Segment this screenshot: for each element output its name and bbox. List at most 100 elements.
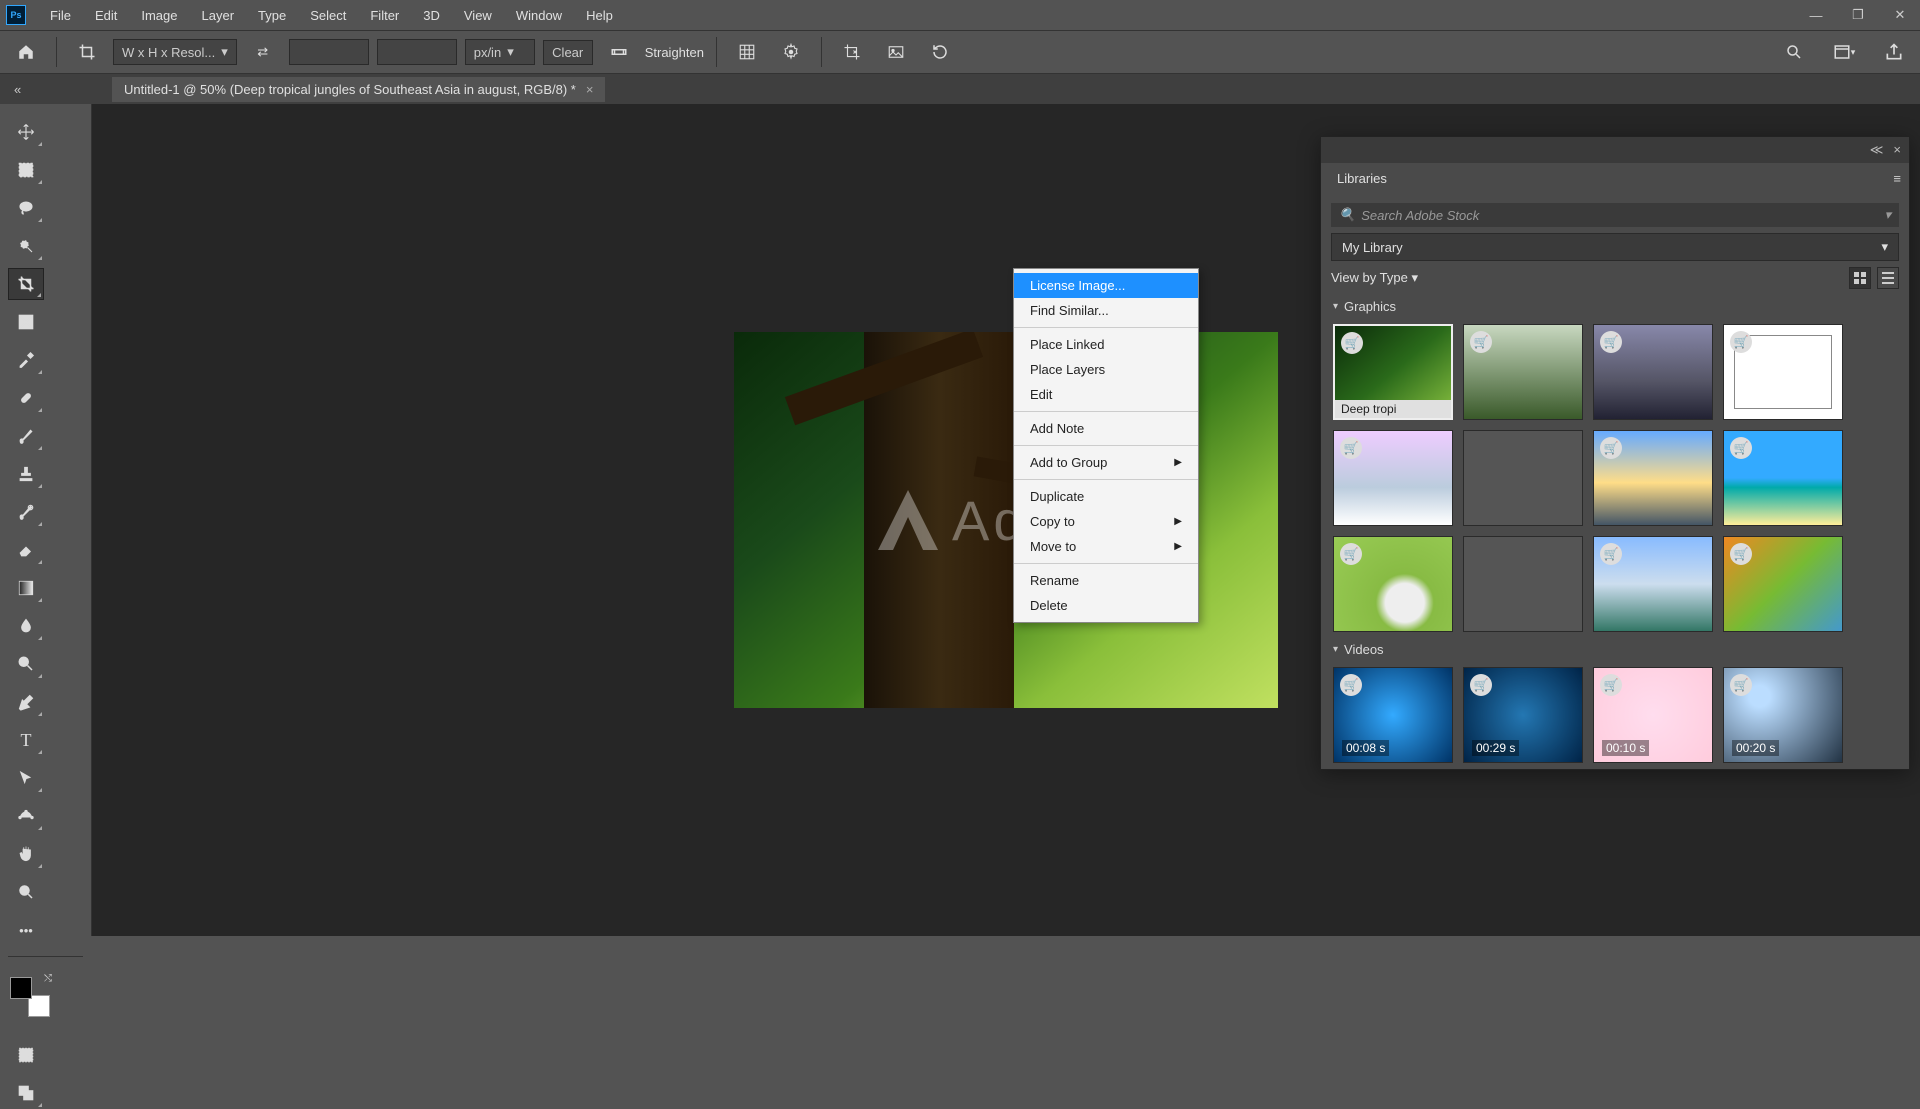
- menu-filter[interactable]: Filter: [358, 4, 411, 27]
- crop-ratio-dropdown[interactable]: W x H x Resol...▾: [113, 39, 237, 65]
- frame-tool[interactable]: [8, 306, 44, 338]
- cart-icon[interactable]: 🛒: [1340, 674, 1362, 696]
- menu-view[interactable]: View: [452, 4, 504, 27]
- search-button[interactable]: [1776, 35, 1812, 69]
- ctx-add-to-group[interactable]: Add to Group▶: [1014, 450, 1198, 475]
- menu-help[interactable]: Help: [574, 4, 625, 27]
- document-tab[interactable]: Untitled-1 @ 50% (Deep tropical jungles …: [112, 77, 605, 102]
- close-button[interactable]: ✕: [1886, 5, 1914, 25]
- thumb-graphic[interactable]: 🛒Deep tropi: [1333, 324, 1453, 420]
- graphics-section-header[interactable]: Graphics: [1321, 295, 1909, 318]
- crop-tool[interactable]: [8, 268, 44, 300]
- ctx-place-layers[interactable]: Place Layers: [1014, 357, 1198, 382]
- reset-crop-button[interactable]: [922, 35, 958, 69]
- ctx-copy-to[interactable]: Copy to▶: [1014, 509, 1198, 534]
- blur-tool[interactable]: [8, 610, 44, 642]
- close-tab-button[interactable]: ×: [586, 82, 594, 97]
- home-button[interactable]: [8, 35, 44, 69]
- straighten-icon[interactable]: [601, 35, 637, 69]
- thumb-graphic[interactable]: 🛒: [1723, 536, 1843, 632]
- ctx-add-note[interactable]: Add Note: [1014, 416, 1198, 441]
- thumb-graphic[interactable]: 🛒: [1463, 324, 1583, 420]
- color-swatches[interactable]: ⤭: [10, 977, 50, 1017]
- cart-icon[interactable]: 🛒: [1600, 437, 1622, 459]
- list-view-button[interactable]: [1877, 267, 1899, 289]
- menu-file[interactable]: File: [38, 4, 83, 27]
- zoom-tool[interactable]: [8, 876, 44, 908]
- thumb-graphic[interactable]: 🛒: [1593, 430, 1713, 526]
- minimize-button[interactable]: —: [1802, 5, 1830, 25]
- share-button[interactable]: [1876, 35, 1912, 69]
- ctx-edit[interactable]: Edit: [1014, 382, 1198, 407]
- hand-tool[interactable]: [8, 838, 44, 870]
- maximize-button[interactable]: ❐: [1844, 5, 1872, 25]
- ctx-move-to[interactable]: Move to▶: [1014, 534, 1198, 559]
- cart-icon[interactable]: 🛒: [1341, 332, 1363, 354]
- crop-unit-dropdown[interactable]: px/in▾: [465, 39, 535, 65]
- quickmask-button[interactable]: [8, 1039, 44, 1071]
- cart-icon[interactable]: 🛒: [1470, 331, 1492, 353]
- collapse-icon[interactable]: ≪: [1870, 142, 1884, 158]
- crop-tool-icon[interactable]: [69, 35, 105, 69]
- thumb-graphic[interactable]: 🛒: [1333, 430, 1453, 526]
- dodge-tool[interactable]: [8, 648, 44, 680]
- cart-icon[interactable]: 🛒: [1340, 543, 1362, 565]
- history-brush-tool[interactable]: [8, 496, 44, 528]
- panel-header[interactable]: ≪×: [1321, 137, 1909, 163]
- videos-section-header[interactable]: Videos: [1321, 638, 1909, 661]
- cart-icon[interactable]: 🛒: [1730, 674, 1752, 696]
- stamp-tool[interactable]: [8, 458, 44, 490]
- cart-icon[interactable]: 🛒: [1730, 437, 1752, 459]
- chevron-down-icon[interactable]: ▾: [1884, 207, 1891, 223]
- healing-tool[interactable]: [8, 382, 44, 414]
- eraser-tool[interactable]: [8, 534, 44, 566]
- crop-height-input[interactable]: [377, 39, 457, 65]
- swap-dimensions-button[interactable]: ⇄: [245, 35, 281, 69]
- thumb-video[interactable]: 🛒00:29 s: [1463, 667, 1583, 763]
- crop-settings-button[interactable]: [773, 35, 809, 69]
- tab-libraries[interactable]: Libraries: [1321, 163, 1403, 197]
- menu-image[interactable]: Image: [129, 4, 189, 27]
- grid-view-button[interactable]: [1849, 267, 1871, 289]
- thumb-video[interactable]: 🛒00:20 s: [1723, 667, 1843, 763]
- menu-type[interactable]: Type: [246, 4, 298, 27]
- ctx-license-image[interactable]: License Image...: [1014, 273, 1198, 298]
- cart-icon[interactable]: 🛒: [1730, 331, 1752, 353]
- view-by-label[interactable]: View by Type ▾: [1331, 270, 1418, 286]
- ctx-rename[interactable]: Rename: [1014, 568, 1198, 593]
- panel-menu-icon[interactable]: ≡: [1885, 163, 1909, 197]
- lasso-tool[interactable]: [8, 192, 44, 224]
- pen-tool[interactable]: [8, 686, 44, 718]
- thumb-video[interactable]: 🛒00:10 s: [1593, 667, 1713, 763]
- tab-overflow-icon[interactable]: «: [14, 82, 34, 97]
- quick-select-tool[interactable]: [8, 230, 44, 262]
- thumb-graphic[interactable]: 🛒: [1723, 430, 1843, 526]
- edit-toolbar-button[interactable]: •••: [8, 914, 44, 946]
- cart-icon[interactable]: 🛒: [1340, 437, 1362, 459]
- canvas-area[interactable]: Adobe ≪× Libraries ≡ 🔍 Search Adobe Stoc…: [92, 104, 1920, 936]
- panel-close-icon[interactable]: ×: [1893, 142, 1901, 158]
- menu-edit[interactable]: Edit: [83, 4, 129, 27]
- thumb-graphic[interactable]: 🛒: [1593, 324, 1713, 420]
- screenmode-button[interactable]: [8, 1077, 44, 1109]
- menu-3d[interactable]: 3D: [411, 4, 452, 27]
- thumb-graphic[interactable]: 🛒: [1723, 324, 1843, 420]
- library-select[interactable]: My Library ▾: [1331, 233, 1899, 261]
- ctx-find-similar[interactable]: Find Similar...: [1014, 298, 1198, 323]
- ctx-delete[interactable]: Delete: [1014, 593, 1198, 618]
- ctx-duplicate[interactable]: Duplicate: [1014, 484, 1198, 509]
- path-select-tool[interactable]: [8, 762, 44, 794]
- cart-icon[interactable]: 🛒: [1600, 543, 1622, 565]
- workspace-button[interactable]: ▾: [1826, 35, 1862, 69]
- libraries-search[interactable]: 🔍 Search Adobe Stock ▾: [1331, 203, 1899, 227]
- cart-icon[interactable]: 🛒: [1470, 674, 1492, 696]
- menu-window[interactable]: Window: [504, 4, 574, 27]
- brush-tool[interactable]: [8, 420, 44, 452]
- ctx-place-linked[interactable]: Place Linked: [1014, 332, 1198, 357]
- grid-overlay-button[interactable]: [729, 35, 765, 69]
- menu-select[interactable]: Select: [298, 4, 358, 27]
- crop-width-input[interactable]: [289, 39, 369, 65]
- clear-button[interactable]: Clear: [543, 40, 593, 65]
- menu-layer[interactable]: Layer: [190, 4, 247, 27]
- cart-icon[interactable]: 🛒: [1730, 543, 1752, 565]
